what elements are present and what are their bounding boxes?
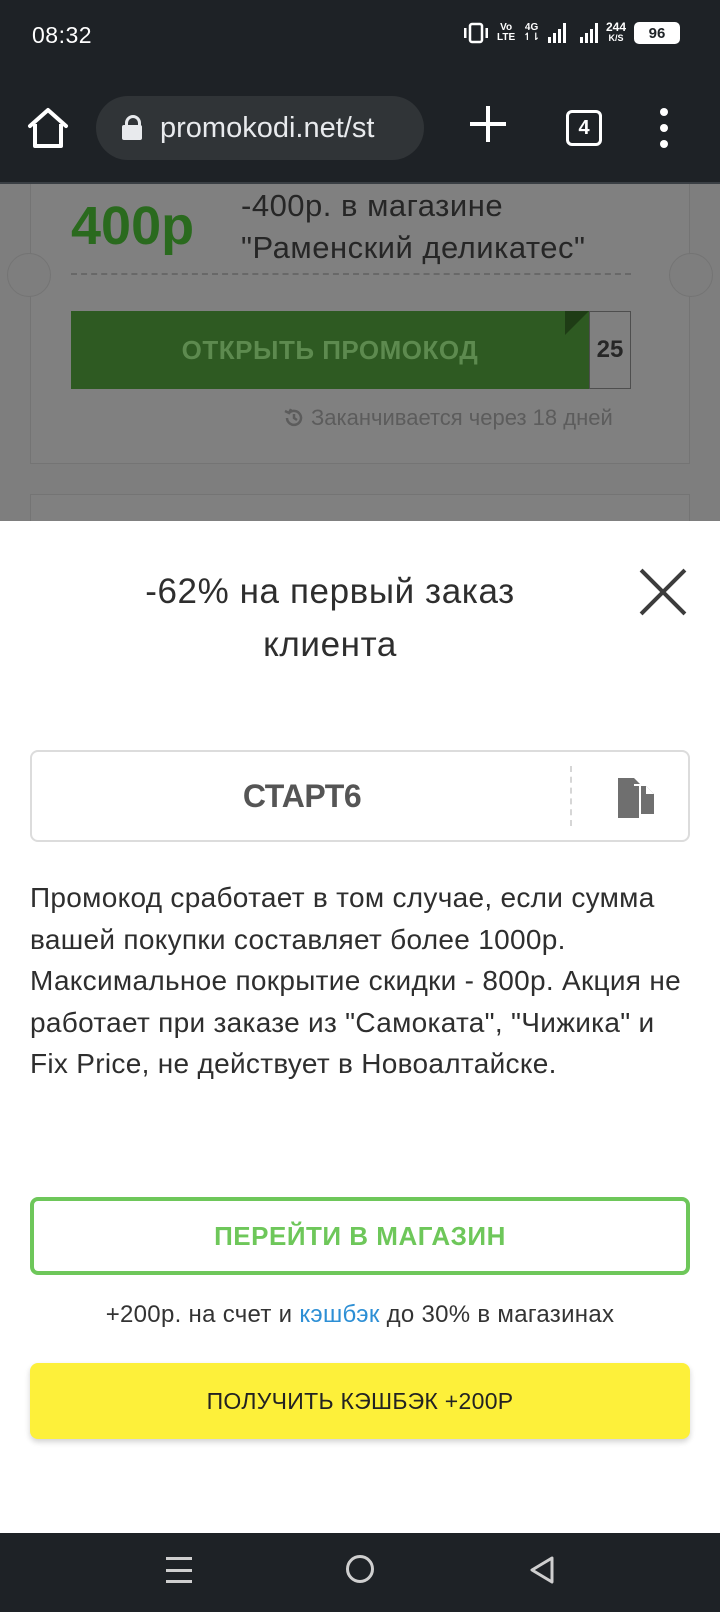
promo-code-peek: 25 (589, 311, 631, 389)
network-speed: 244 K/S (605, 20, 626, 43)
promo-code: СТАРТ6 (242, 777, 362, 814)
recent-apps-icon[interactable] (166, 1557, 192, 1583)
next-promo-card (30, 494, 690, 521)
status-icons: Vo LTE 4G ↿⇂ 244 K/S 96 (463, 20, 680, 44)
home-icon[interactable] (24, 104, 72, 152)
new-tab-icon[interactable] (468, 104, 508, 144)
expires-text: Заканчивается через 18 дней (283, 405, 613, 431)
page-background-overlay: 400р -400р. в магазине "Раменский делика… (0, 184, 720, 521)
promo-card: 400р -400р. в магазине "Раменский делика… (7, 184, 713, 464)
signal-icon-2 (579, 23, 598, 43)
lock-icon (122, 115, 142, 141)
promo-card-value: 400р (71, 196, 195, 256)
url-text: promokodi.net/st (160, 111, 375, 144)
copy-icon[interactable] (604, 774, 656, 822)
signal-icon (547, 23, 566, 43)
back-icon[interactable] (528, 1555, 556, 1585)
open-promo-label: ОТКРЫТЬ ПРОМОКОД (71, 311, 589, 389)
card-divider (71, 273, 631, 275)
browser-toolbar: promokodi.net/st 4 (0, 72, 720, 184)
open-promo-button[interactable]: ОТКРЫТЬ ПРОМОКОД 25 (71, 311, 631, 389)
nav-home-icon[interactable] (346, 1555, 374, 1583)
code-separator (570, 766, 572, 826)
status-time: 08:32 (32, 22, 93, 48)
vibrate-icon (464, 22, 489, 44)
card-notch-right (669, 253, 713, 297)
card-notch-left (7, 253, 51, 297)
cashback-info: +200р. на счет и кэшбэк до 30% в магазин… (105, 1301, 615, 1328)
history-icon (284, 408, 303, 427)
volte-indicator: Vo LTE (497, 22, 516, 43)
close-icon[interactable] (640, 569, 686, 615)
promo-description: Промокод сработает в том случае, если су… (30, 882, 681, 1079)
url-bar[interactable]: promokodi.net/st (96, 96, 424, 160)
cashback-link[interactable]: кэшбэк (299, 1301, 379, 1328)
modal-title: -62% на первый заказ клиента (145, 572, 515, 664)
overflow-menu-icon[interactable] (658, 108, 670, 148)
tabs-icon[interactable]: 4 (566, 110, 602, 146)
go-to-shop-button[interactable]: ПЕРЕЙТИ В МАГАЗИН (30, 1197, 690, 1275)
get-cashback-button[interactable]: ПОЛУЧИТЬ КЭШБЭК +200Р (30, 1363, 690, 1439)
network-type: 4G ↿⇂ (523, 22, 540, 43)
battery-icon: 96 (634, 22, 680, 44)
promo-modal: -62% на первый заказ клиента СТАРТ6 Пром… (0, 521, 720, 1533)
promo-code-box[interactable]: СТАРТ6 (30, 750, 690, 842)
status-bar: 08:32 Vo LTE 4G ↿⇂ 244 K/S 96 (0, 0, 720, 72)
system-nav-bar (0, 1533, 720, 1612)
promo-card-title: -400р. в магазине "Раменский деликатес" (241, 188, 586, 265)
promo-fold-corner (565, 311, 589, 335)
